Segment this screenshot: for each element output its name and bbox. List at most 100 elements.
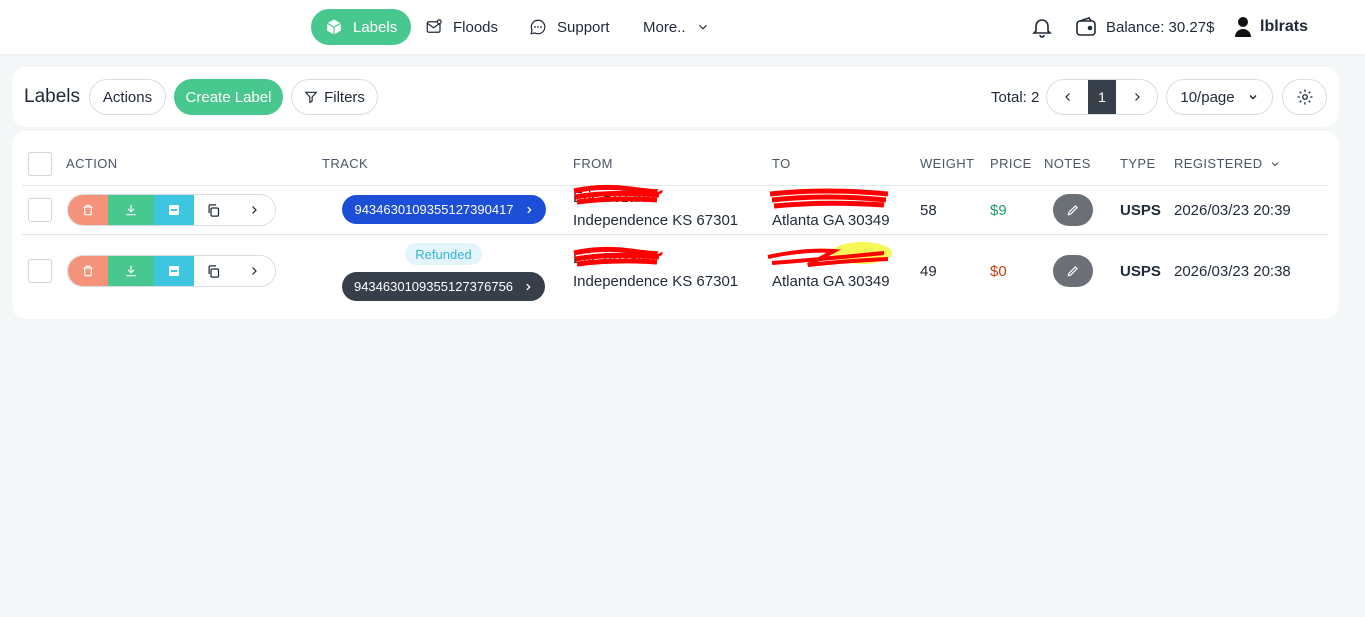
copy-icon <box>208 264 220 278</box>
row-actions <box>67 255 276 287</box>
per-page-value: 10/page <box>1180 88 1235 106</box>
current-page[interactable]: 1 <box>1088 80 1116 114</box>
chat-icon <box>530 19 546 35</box>
delete-button[interactable] <box>68 256 108 286</box>
header-notes: NOTES <box>1044 156 1091 171</box>
header-registered-label: REGISTERED <box>1174 156 1263 171</box>
redaction-mark <box>573 184 663 205</box>
copy-button[interactable] <box>193 195 234 225</box>
nav-floods[interactable]: Floods <box>425 9 498 45</box>
user-menu[interactable]: lblrats <box>1234 10 1308 44</box>
chevron-right-icon <box>252 206 258 214</box>
nav-support-label: Support <box>557 18 610 36</box>
row-divider <box>22 234 1329 235</box>
tracking-button[interactable]: 9434630109355127376756 <box>342 272 545 301</box>
header-track: TRACK <box>322 156 369 171</box>
page-title: Labels <box>24 86 80 107</box>
copy-icon <box>208 203 220 217</box>
header-from: FROM <box>573 156 613 171</box>
header-action: ACTION <box>66 156 118 171</box>
pdf-icon <box>168 205 179 215</box>
gear-icon <box>1297 89 1312 105</box>
to-city: Atlanta GA 30349 <box>772 212 890 229</box>
notifications-button[interactable] <box>1030 10 1054 44</box>
redaction-mark <box>769 188 889 209</box>
chevron-down-icon <box>698 24 707 30</box>
pdf-button[interactable] <box>154 195 194 225</box>
balance-text: Balance: 30.27$ <box>1106 18 1215 36</box>
row-checkbox[interactable] <box>28 198 52 222</box>
header-to: TO <box>772 156 791 171</box>
create-label-button[interactable]: Create Label <box>174 79 283 115</box>
balance-display[interactable]: Balance: 30.27$ <box>1074 10 1214 44</box>
registered-date: 2026/03/23 20:39 <box>1174 202 1291 219</box>
chevron-left-icon <box>1064 93 1070 101</box>
nav-support[interactable]: Support <box>529 9 610 45</box>
download-icon <box>126 265 136 277</box>
nav-more[interactable]: More.. <box>643 9 710 45</box>
select-all-checkbox[interactable] <box>28 152 52 176</box>
download-icon <box>126 204 136 216</box>
redaction-mark <box>767 242 892 267</box>
pagination: 1 <box>1046 79 1158 115</box>
filters-label: Filters <box>324 88 365 106</box>
registered-date: 2026/03/23 20:38 <box>1174 263 1291 280</box>
carrier-type: USPS <box>1120 202 1161 219</box>
total-count: Total: 2 <box>991 89 1040 106</box>
labels-toolbar: Labels Actions Create Label Filters Tota… <box>12 67 1339 127</box>
chevron-right-icon <box>526 206 532 213</box>
edit-notes-button[interactable] <box>1053 194 1093 226</box>
header-registered[interactable]: REGISTERED <box>1174 156 1281 171</box>
pencil-icon <box>1067 205 1078 216</box>
chevron-down-icon <box>1249 94 1257 100</box>
username: lblrats <box>1260 18 1309 35</box>
filter-icon <box>304 91 318 104</box>
header-type: TYPE <box>1120 156 1156 171</box>
settings-button[interactable] <box>1282 79 1327 115</box>
weight: 58 <box>920 202 937 219</box>
price: $9 <box>990 202 1007 219</box>
next-page-button[interactable] <box>1116 80 1157 114</box>
nav-labels-label: Labels <box>353 18 398 36</box>
from-city: Independence KS 67301 <box>573 273 739 290</box>
header-divider <box>22 185 1329 186</box>
carrier-type: USPS <box>1120 263 1161 280</box>
labels-table: ACTION TRACK FROM TO WEIGHT PRICE NOTES … <box>12 131 1339 319</box>
pdf-icon <box>168 266 179 276</box>
nav-floods-label: Floods <box>453 18 499 36</box>
download-button[interactable] <box>107 195 155 225</box>
pencil-icon <box>1067 266 1078 277</box>
top-navbar: Labels Floods Support More.. Balance: 30… <box>0 0 1365 54</box>
chevron-right-icon <box>1134 93 1140 101</box>
expand-button[interactable] <box>233 256 275 286</box>
sort-chevron-icon <box>1271 161 1278 166</box>
user-icon <box>1235 17 1251 37</box>
expand-button[interactable] <box>233 195 275 225</box>
tracking-button[interactable]: 9434630109355127390417 <box>342 195 546 224</box>
delete-button[interactable] <box>68 195 108 225</box>
actions-button[interactable]: Actions <box>89 79 166 115</box>
box-icon <box>326 19 342 35</box>
edit-notes-button[interactable] <box>1053 255 1093 287</box>
mail-icon <box>426 19 442 33</box>
nav-more-label: More.. <box>643 18 686 36</box>
download-button[interactable] <box>107 256 155 286</box>
tracking-number: 9434630109355127390417 <box>354 202 514 217</box>
bell-icon <box>1032 19 1052 38</box>
copy-button[interactable] <box>193 256 234 286</box>
per-page-select[interactable]: 10/page <box>1166 79 1273 115</box>
price: $0 <box>990 263 1007 280</box>
prev-page-button[interactable] <box>1047 80 1088 114</box>
row-actions <box>67 194 276 226</box>
trash-icon <box>83 265 93 277</box>
row-checkbox[interactable] <box>28 259 52 283</box>
status-badge: Refunded <box>405 243 482 265</box>
filters-button[interactable]: Filters <box>291 79 378 115</box>
nav-labels[interactable]: Labels <box>311 9 412 45</box>
chevron-right-icon <box>526 283 531 290</box>
pdf-button[interactable] <box>154 256 194 286</box>
header-weight: WEIGHT <box>920 156 975 171</box>
chevron-right-icon <box>252 267 258 275</box>
from-city: Independence KS 67301 <box>573 212 739 229</box>
weight: 49 <box>920 263 937 280</box>
